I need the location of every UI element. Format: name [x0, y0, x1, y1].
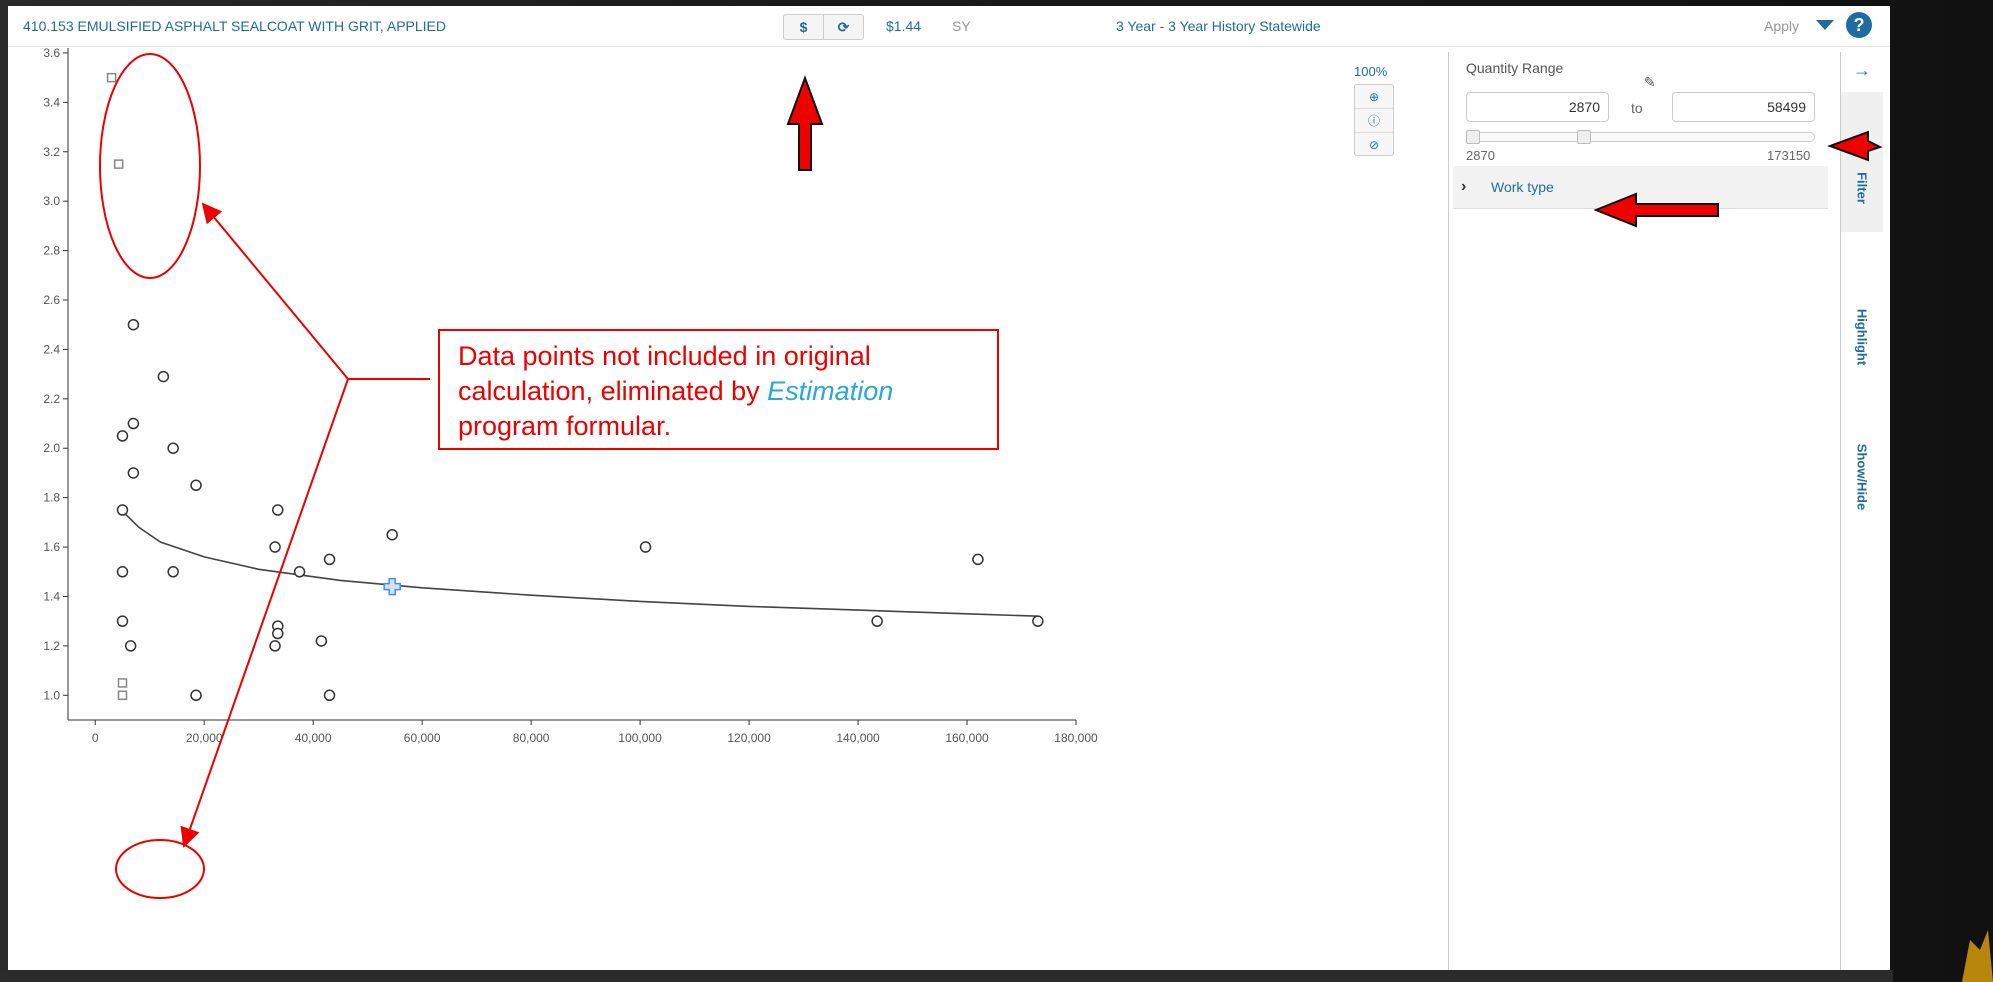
arrow-to-bottom-group — [180, 378, 349, 848]
annotation-estimation: Estimation — [767, 376, 894, 406]
arrow-to-top-group — [201, 202, 349, 380]
annotation-line-1: Data points not included in original — [458, 341, 871, 371]
annotation-line-2-text: calculation, eliminated by — [458, 376, 768, 406]
red-arrow-left-worktype — [1593, 192, 1719, 228]
highlight-ellipse-bottom — [115, 839, 205, 899]
annotation-line-2: calculation, eliminated by Estimation — [458, 374, 979, 409]
taskbar-strip — [0, 970, 1893, 982]
annotation-callout: Data points not included in original cal… — [438, 329, 999, 450]
red-arrow-up — [786, 75, 824, 171]
annotation-line-3: program formular. — [458, 411, 672, 441]
seal-logo — [1962, 930, 1993, 982]
red-arrow-left-filter — [1827, 130, 1883, 162]
app-window: 410.153 EMULSIFIED ASPHALT SEALCOAT WITH… — [8, 6, 1890, 976]
annotation-overlay — [99, 53, 1883, 899]
highlight-ellipse-top — [99, 53, 201, 279]
